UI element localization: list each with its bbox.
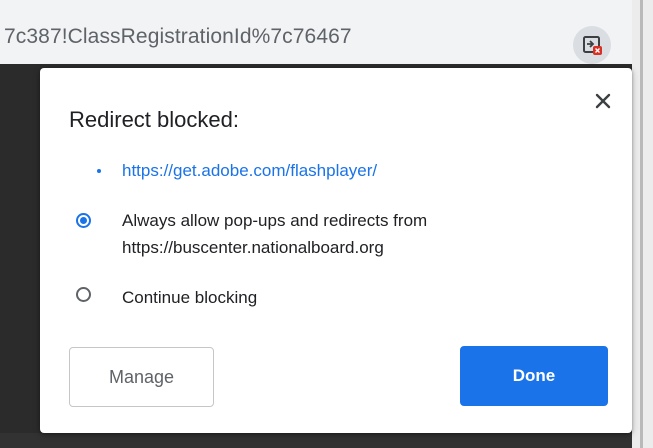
continue-blocking-radio[interactable] <box>76 287 91 302</box>
bullet <box>97 169 101 173</box>
blocked-link-item: https://get.adobe.com/flashplayer/ <box>97 161 377 181</box>
blocked-link[interactable]: https://get.adobe.com/flashplayer/ <box>102 161 377 180</box>
browser-top-strip <box>0 0 653 9</box>
continue-blocking-label[interactable]: Continue blocking <box>122 284 257 311</box>
page-content-bottom <box>0 433 632 448</box>
url-text[interactable]: 7c387!ClassRegistrationId%7c76467 <box>4 25 352 49</box>
window-edge-line <box>640 0 643 448</box>
close-button[interactable] <box>588 86 618 116</box>
manage-button[interactable]: Manage <box>69 347 214 407</box>
dialog-title: Redirect blocked: <box>69 107 239 132</box>
done-button[interactable]: Done <box>460 346 608 406</box>
redirect-blocked-icon <box>583 36 602 55</box>
redirect-blocked-dialog: Redirect blocked: https://get.adobe.com/… <box>40 68 632 433</box>
redirect-blocked-button[interactable] <box>573 26 611 64</box>
always-allow-label[interactable]: Always allow pop-ups and redirects from … <box>122 207 617 261</box>
always-allow-radio[interactable] <box>76 213 91 228</box>
address-bar[interactable]: 7c387!ClassRegistrationId%7c76467 <box>0 9 632 65</box>
close-icon <box>595 93 611 109</box>
